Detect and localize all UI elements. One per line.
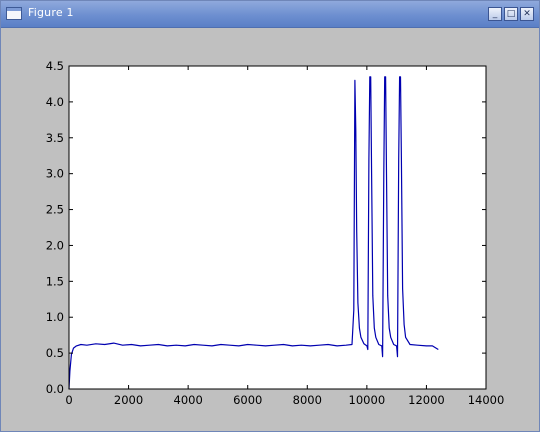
figure-window: Figure 1 _ □ ✕ 0 2000 4000 6000 8000 10000 120… [0,0,540,432]
y-tick-label: 1.0 [46,310,64,324]
close-button[interactable]: ✕ [520,7,534,21]
y-tick-label: 0.5 [46,346,64,360]
y-tick-label: 0.0 [46,382,64,396]
figure-canvas: 0 2000 4000 6000 8000 10000 12000 14000 0.0 0.5 1.… [7,28,533,427]
y-tick-label: 1.5 [46,274,64,288]
plot-area [69,66,486,389]
x-tick-label: 6000 [233,393,262,407]
y-tick-label: 2.5 [46,203,64,217]
x-tick-label: 12000 [408,393,445,407]
x-tick-label: 14000 [468,393,505,407]
y-tick-label: 4.5 [46,59,64,73]
window-icon[interactable] [6,7,22,20]
y-tick-label: 3.0 [46,167,64,181]
y-tick-label: 4.0 [46,95,64,109]
line-chart: 0 2000 4000 6000 8000 10000 12000 14000 0.0 0.5 1.… [46,59,505,407]
x-tick-label: 0 [65,393,72,407]
x-tick-label: 8000 [293,393,322,407]
y-tick-label: 3.5 [46,131,64,145]
x-tick-label: 4000 [174,393,203,407]
x-tick-label: 10000 [349,393,386,407]
maximize-button[interactable]: □ [504,7,518,21]
title-bar[interactable]: Figure 1 _ □ ✕ [1,1,539,28]
window-title: Figure 1 [28,6,74,19]
x-tick-label: 2000 [114,393,143,407]
y-tick-label: 2.0 [46,238,64,252]
minimize-button[interactable]: _ [488,7,502,21]
